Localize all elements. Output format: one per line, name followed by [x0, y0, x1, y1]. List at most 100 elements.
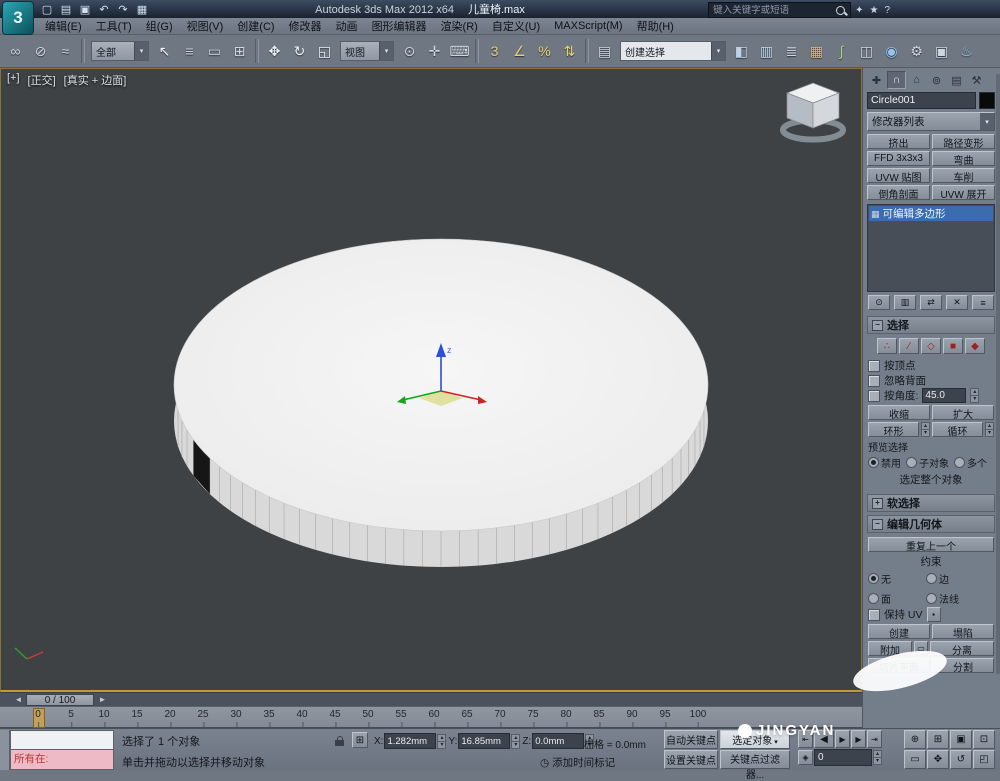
application-menu-button[interactable]: 3	[2, 1, 34, 35]
select-and-scale-icon[interactable]: ◱	[312, 38, 337, 64]
search-icon[interactable]	[836, 6, 845, 15]
tab-modify[interactable]: ∩	[887, 71, 906, 89]
ring-spinner[interactable]	[921, 422, 930, 437]
z-coordinate-field[interactable]: 0.0mm	[532, 733, 584, 749]
key-mode-icon[interactable]: ◈	[798, 750, 813, 765]
percent-snap-icon[interactable]: %	[532, 38, 557, 64]
constraint-radio[interactable]: 无	[868, 571, 908, 586]
new-scene-icon[interactable]: ▢	[38, 1, 56, 17]
add-time-tag[interactable]: ◷ 添加时间标记	[540, 755, 615, 770]
menu-item[interactable]: MAXScript(M)	[547, 19, 629, 33]
communication-center-icon[interactable]: ✦	[855, 5, 863, 16]
unlink-selection-icon[interactable]: ⊘	[28, 38, 53, 64]
modifier-preset-button[interactable]: 弯曲	[932, 151, 995, 166]
preview-radio[interactable]: 多个	[954, 455, 987, 470]
schematic-view-icon[interactable]: ◫	[854, 38, 879, 64]
undo-icon[interactable]: ↶	[95, 1, 113, 17]
menu-item[interactable]: 创建(C)	[230, 17, 281, 35]
select-and-manipulate-icon[interactable]: ✛	[422, 38, 447, 64]
select-and-link-icon[interactable]: ∞	[3, 38, 28, 64]
menu-item[interactable]: 动画	[329, 17, 365, 35]
viewport-canvas[interactable]: z	[1, 69, 861, 689]
reference-coordinate-dropdown[interactable]: 视图	[340, 41, 394, 61]
mirror-icon[interactable]: ◧	[729, 38, 754, 64]
search-input[interactable]	[711, 3, 833, 17]
use-pivot-point-center-icon[interactable]: ⊙	[397, 38, 422, 64]
angle-value-field[interactable]: 45.0	[922, 388, 966, 403]
zoom-extents-all-icon[interactable]: ⊡	[973, 730, 995, 749]
preview-radio[interactable]: 禁用	[868, 455, 901, 470]
menu-item[interactable]: 渲染(R)	[434, 17, 485, 35]
select-by-name-icon[interactable]: ≡	[177, 38, 202, 64]
zoom-icon[interactable]: ⊕	[904, 730, 926, 749]
edit-named-selection-sets-icon[interactable]: ▤	[592, 38, 617, 64]
window-crossing-icon[interactable]: ⊞	[227, 38, 252, 64]
selection-lock-toggle[interactable]	[334, 735, 346, 746]
listener-output-pane[interactable]	[10, 730, 114, 750]
tab-utilities[interactable]: ⚒	[967, 71, 986, 89]
keyboard-shortcut-override-icon[interactable]: ⌨	[447, 38, 472, 64]
material-editor-icon[interactable]: ◉	[879, 38, 904, 64]
set-key-button[interactable]: 设置关键点	[664, 750, 718, 769]
render-production-icon[interactable]: ♨	[954, 38, 979, 64]
ignore-backfacing-checkbox[interactable]: 忽略背面	[868, 373, 994, 388]
menu-item[interactable]: 自定义(U)	[485, 17, 547, 35]
remove-modifier-icon[interactable]: ✕	[946, 295, 968, 310]
graphite-modeling-icon[interactable]: ▦	[804, 38, 829, 64]
menu-item[interactable]: 帮助(H)	[630, 17, 681, 35]
edge-mode-icon[interactable]: ∕	[899, 338, 919, 354]
rendered-frame-window-icon[interactable]: ▣	[929, 38, 954, 64]
stack-item-editable-poly[interactable]: 可编辑多边形	[869, 206, 993, 221]
layer-manager-icon[interactable]: ≣	[779, 38, 804, 64]
modifier-preset-button[interactable]: UVW 展开	[932, 185, 995, 200]
rectangular-selection-region-icon[interactable]: ▭	[202, 38, 227, 64]
zoom-all-icon[interactable]: ⊞	[927, 730, 949, 749]
constraint-radio[interactable]: 边	[926, 571, 966, 586]
viewport-general-menu[interactable]: [+]	[7, 72, 20, 88]
frame-spinner[interactable]	[873, 750, 882, 765]
viewport[interactable]: [+] [正交] [真实 + 边面] z	[0, 68, 862, 692]
current-frame-field[interactable]: 0	[814, 749, 872, 766]
maximize-viewport-icon[interactable]: ◰	[973, 750, 995, 769]
make-unique-icon[interactable]: ⇄	[920, 295, 942, 310]
y-coordinate-field[interactable]: 16.85mm	[458, 733, 510, 749]
modifier-stack[interactable]: 可编辑多边形	[867, 204, 995, 292]
modifier-preset-button[interactable]: 路径变形	[932, 134, 995, 149]
collapse-button[interactable]: 塌陷	[932, 624, 994, 639]
play-icon[interactable]: ▶	[835, 730, 850, 748]
preserve-uv-checkbox[interactable]: 保持 UV ▪	[868, 607, 994, 622]
track-bar[interactable]: 0510152025303540455055606570758085909510…	[0, 706, 862, 728]
tab-motion[interactable]: ⊚	[927, 71, 946, 89]
element-mode-icon[interactable]: ◆	[965, 338, 985, 354]
repeat-last-button[interactable]: 重复上一个	[868, 537, 994, 552]
constraint-radio[interactable]: 法线	[926, 591, 966, 606]
menu-item[interactable]: 图形编辑器	[365, 17, 434, 35]
time-slider[interactable]: ◄ 0 / 100 ►	[0, 692, 862, 707]
x-spinner[interactable]	[437, 734, 446, 749]
by-vertex-checkbox[interactable]: 按顶点	[868, 358, 994, 373]
macro-recorder-pane[interactable]: 所有在:	[10, 750, 114, 771]
auto-key-button[interactable]: 自动关键点	[664, 730, 718, 749]
save-file-icon[interactable]: ▣	[76, 1, 94, 17]
select-and-move-icon[interactable]: ✥	[262, 38, 287, 64]
by-angle-checkbox[interactable]: 按角度: 45.0	[868, 388, 994, 403]
modifier-preset-button[interactable]: UVW 贴图	[867, 168, 930, 183]
preview-radio[interactable]: 子对象	[906, 455, 949, 470]
time-slider-right-arrow-icon[interactable]: ►	[97, 695, 108, 705]
redo-icon[interactable]: ↷	[114, 1, 132, 17]
rollout-soft-selection-header[interactable]: 软选择	[867, 494, 995, 512]
modifier-preset-button[interactable]: 挤出	[867, 134, 930, 149]
open-file-icon[interactable]: ▤	[57, 1, 75, 17]
constraint-radio[interactable]: 面	[868, 591, 908, 606]
object-name-field[interactable]: Circle001	[867, 92, 976, 109]
x-coordinate-field[interactable]: 1.282mm	[384, 733, 436, 749]
angle-spinner[interactable]	[970, 388, 979, 403]
preserve-uv-settings-icon[interactable]: ▪	[927, 607, 941, 622]
bind-to-space-warp-icon[interactable]: ≈	[53, 38, 78, 64]
selection-filter-dropdown[interactable]: 全部	[91, 41, 149, 61]
select-and-rotate-icon[interactable]: ↻	[287, 38, 312, 64]
rollout-edit-geometry-header[interactable]: 编辑几何体	[867, 515, 995, 533]
rollout-selection-header[interactable]: 选择	[867, 316, 995, 334]
viewport-shading-menu[interactable]: [真实 + 边面]	[64, 72, 127, 88]
command-panel-scrollbar[interactable]	[996, 74, 1000, 674]
